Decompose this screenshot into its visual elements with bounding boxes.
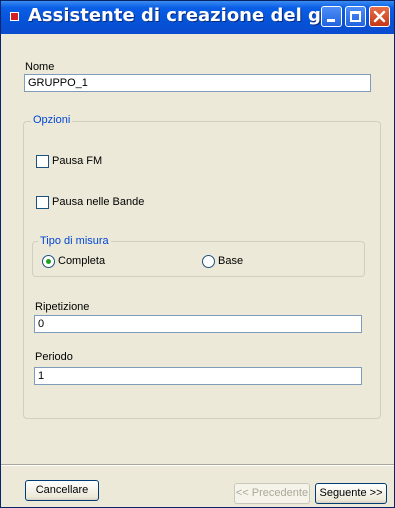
footer-divider [1, 464, 394, 466]
window-title: Assistente di creazione del g... [28, 5, 342, 26]
radio-completa-label[interactable]: Completa [58, 255, 105, 267]
title-bar[interactable]: Assistente di creazione del g... [1, 1, 394, 34]
repetition-label: Ripetizione [35, 301, 90, 313]
minimize-button[interactable] [321, 6, 342, 27]
radio-selected-dot [46, 259, 51, 264]
maximize-icon [350, 11, 361, 22]
cancel-button[interactable]: Cancellare [25, 480, 99, 501]
repetition-field[interactable]: 0 [34, 315, 362, 333]
previous-button[interactable]: << Precedente [234, 483, 310, 504]
pause-fm-label[interactable]: Pausa FM [52, 155, 102, 167]
wizard-body: Nome GRUPPO_1 Opzioni Pausa FM Pausa nel… [1, 34, 394, 507]
name-label: Nome [25, 61, 55, 73]
radio-base[interactable] [202, 255, 215, 268]
app-icon [10, 12, 19, 21]
measure-type-legend: Tipo di misura [38, 235, 111, 247]
maximize-button[interactable] [345, 6, 366, 27]
minimize-icon [327, 19, 335, 22]
pause-bands-checkbox[interactable] [36, 196, 49, 209]
close-button[interactable] [369, 6, 390, 27]
period-label: Periodo [35, 351, 73, 363]
radio-base-label[interactable]: Base [218, 255, 243, 267]
pause-bands-label[interactable]: Pausa nelle Bande [52, 196, 144, 208]
options-legend: Opzioni [31, 114, 73, 126]
period-field[interactable]: 1 [34, 367, 362, 385]
name-field[interactable]: GRUPPO_1 [24, 74, 371, 92]
close-icon [373, 10, 386, 23]
radio-completa[interactable] [42, 255, 55, 268]
pause-fm-checkbox[interactable] [36, 155, 49, 168]
next-button[interactable]: Seguente >> [315, 483, 387, 504]
wizard-window: Assistente di creazione del g... Nome GR… [0, 0, 395, 508]
